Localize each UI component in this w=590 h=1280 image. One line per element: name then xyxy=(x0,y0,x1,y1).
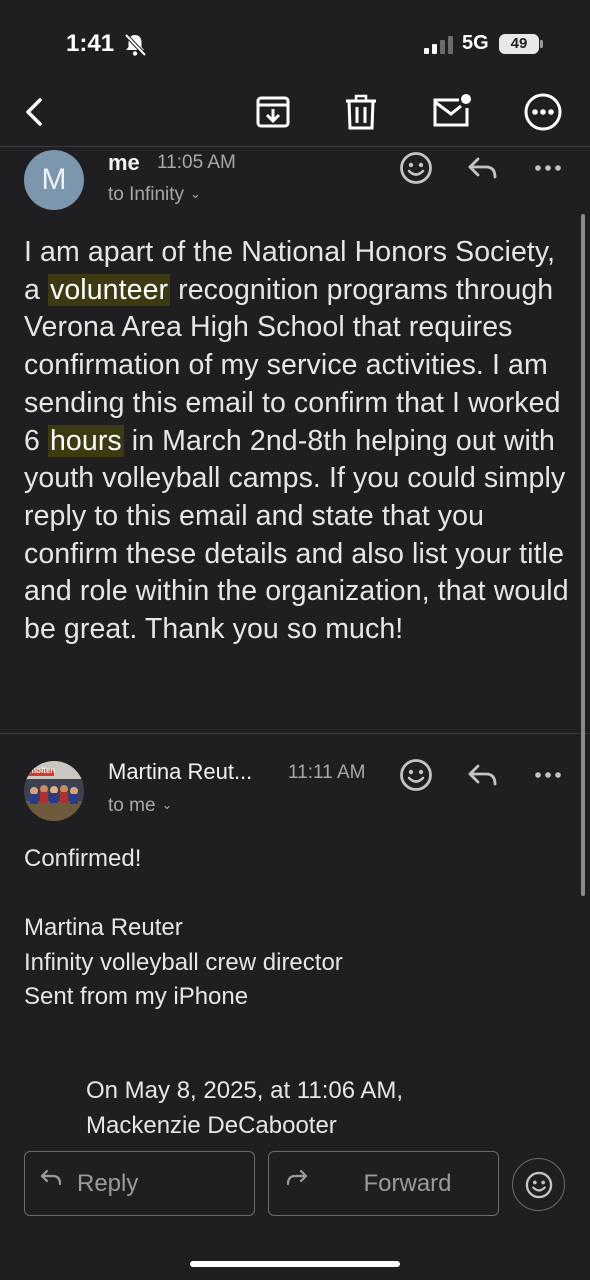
bell-off-icon xyxy=(124,33,147,57)
more-button[interactable] xyxy=(519,88,567,136)
sender-name: Martina Reut... xyxy=(108,759,253,784)
sent-time: 11:05 AM xyxy=(157,152,236,173)
body-line: Confirmed! xyxy=(24,845,142,872)
recipient-label: to Infinity xyxy=(108,184,185,205)
divider xyxy=(0,733,590,734)
recipient-toggle[interactable]: to Infinity ⌄ xyxy=(108,184,201,206)
recipient-label: to me xyxy=(108,795,156,816)
recipient-toggle[interactable]: to me ⌄ xyxy=(108,795,172,817)
highlighted-word: hours xyxy=(47,424,124,457)
react-button[interactable] xyxy=(396,755,436,795)
status-bar: 1:41 5G 49 xyxy=(0,0,590,88)
archive-button[interactable] xyxy=(249,88,297,136)
more-icon xyxy=(524,93,562,131)
react-button[interactable] xyxy=(512,1158,565,1211)
message-body: I am apart of the National Honors Societ… xyxy=(24,234,572,649)
reply-button[interactable]: Reply xyxy=(24,1151,255,1216)
body-line: Sent from my iPhone xyxy=(24,983,249,1010)
avatar-brand: molten xyxy=(29,766,56,775)
message-body: Confirmed! Martina Reuter Infinity volle… xyxy=(24,842,343,1015)
emoji-icon xyxy=(400,152,432,184)
chevron-down-icon: ⌄ xyxy=(190,186,201,201)
archive-icon xyxy=(256,96,290,128)
quoted-text[interactable]: On May 8, 2025, at 11:06 AM, Mackenzie D… xyxy=(86,1074,403,1143)
reply-icon-button[interactable] xyxy=(462,755,502,795)
back-icon xyxy=(26,98,42,126)
more-horizontal-icon xyxy=(535,165,561,171)
battery-tip xyxy=(540,40,543,48)
chevron-down-icon: ⌄ xyxy=(161,797,173,812)
toolbar xyxy=(0,88,590,138)
emoji-icon xyxy=(400,759,432,791)
message-header[interactable]: molten Martina Reut... 11:11 AM to me ⌄ xyxy=(0,755,590,825)
quote-line: On May 8, 2025, at 11:06 AM, xyxy=(86,1077,404,1104)
mark-unread-button[interactable] xyxy=(427,88,475,136)
mark-unread-icon xyxy=(433,94,471,127)
trash-icon xyxy=(346,94,376,130)
sent-time: 11:11 AM xyxy=(288,762,366,783)
scrollbar[interactable] xyxy=(581,214,585,896)
body-text: in March 2nd-8th helping out with youth … xyxy=(24,424,569,646)
emoji-icon xyxy=(525,1171,552,1198)
more-horizontal-icon xyxy=(535,772,561,778)
battery-icon: 49 xyxy=(499,34,539,54)
message-more-button[interactable] xyxy=(528,755,568,795)
message-header[interactable]: M me 11:05 AM to Infinity ⌄ xyxy=(0,146,590,216)
highlighted-word: volunteer xyxy=(47,273,171,306)
forward-label: Forward xyxy=(363,1170,452,1197)
avatar: M xyxy=(24,150,84,210)
body-line: Infinity volleyball crew director xyxy=(24,948,343,976)
sender-name: me xyxy=(108,150,140,175)
body-line: Martina Reuter xyxy=(24,914,183,941)
delete-button[interactable] xyxy=(337,88,385,136)
reply-icon xyxy=(468,764,497,786)
home-indicator[interactable] xyxy=(190,1261,400,1267)
status-time: 1:41 xyxy=(66,30,115,57)
message-more-button[interactable] xyxy=(528,148,568,188)
back-button[interactable] xyxy=(12,88,60,136)
forward-button[interactable]: Forward xyxy=(268,1151,499,1216)
network-label: 5G xyxy=(462,32,489,54)
avatar: molten xyxy=(24,761,84,821)
reply-icon xyxy=(468,157,497,179)
body-line xyxy=(24,877,343,912)
signal-icon xyxy=(424,36,453,54)
reply-label: Reply xyxy=(77,1170,139,1197)
quote-line: Mackenzie DeCabooter xyxy=(86,1111,337,1139)
reply-icon-button[interactable] xyxy=(462,148,502,188)
react-button[interactable] xyxy=(396,148,436,188)
